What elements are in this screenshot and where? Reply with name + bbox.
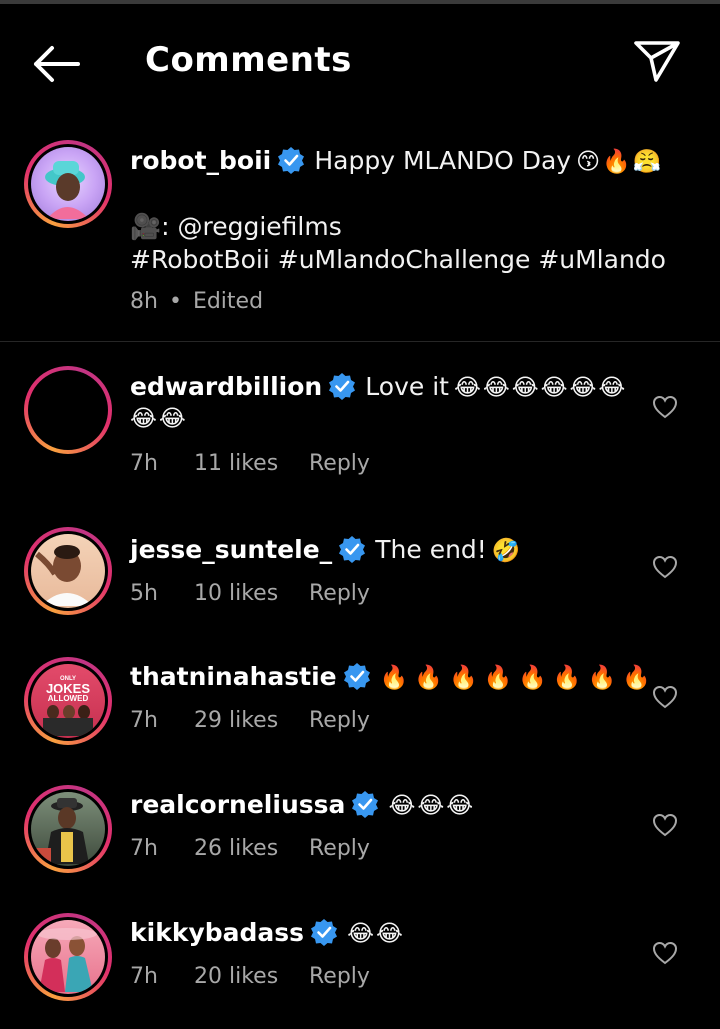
comment-username[interactable]: realcorneliussa [130, 790, 345, 819]
caption-time: 8h [130, 289, 158, 314]
reply-button[interactable]: Reply [309, 964, 370, 989]
comment-likes[interactable]: 29 likes [194, 708, 309, 733]
comment-time: 7h [130, 964, 158, 989]
caption-credit[interactable]: : @reggiefilms [161, 212, 342, 241]
avatar[interactable] [24, 913, 112, 1001]
verified-badge-icon [278, 147, 305, 174]
avatar-image-icon [43, 705, 93, 736]
comment-username[interactable]: edwardbillion [130, 372, 322, 401]
back-arrow-icon[interactable] [30, 42, 82, 86]
comment-time: 7h [130, 451, 158, 476]
comment-time: 7h [130, 708, 158, 733]
caption-hashtags[interactable]: #RobotBoii #uMlandoChallenge #uMlando [130, 245, 666, 274]
header-bar: Comments [0, 4, 720, 116]
comment-emojis: 😂😂😂 [388, 793, 476, 819]
divider [0, 341, 720, 342]
film-camera-icon: 🎥 [130, 212, 162, 241]
comment-likes[interactable]: 26 likes [194, 836, 309, 861]
verified-badge-icon [343, 663, 370, 690]
reply-button[interactable]: Reply [309, 581, 370, 606]
comment-time: 7h [130, 836, 158, 861]
comment-emojis: 🤣 [491, 538, 523, 564]
comment-emojis: 😂😂 [347, 921, 405, 947]
page-title: Comments [145, 40, 352, 80]
avatar-image-icon [35, 545, 93, 606]
comment-likes[interactable]: 11 likes [194, 451, 309, 476]
caption-emojis: 😙🔥😤 [576, 149, 664, 175]
avatar[interactable] [24, 366, 112, 454]
meta-separator: • [168, 289, 182, 314]
verified-badge-icon [339, 536, 366, 563]
avatar[interactable] [24, 527, 112, 615]
comment-username[interactable]: thatninahastie [130, 662, 337, 691]
avatar[interactable] [24, 785, 112, 873]
verified-badge-icon [329, 373, 356, 400]
caption-username[interactable]: robot_boii [130, 146, 271, 175]
heart-icon[interactable] [652, 555, 678, 579]
verified-badge-icon [311, 919, 338, 946]
comment-likes[interactable]: 10 likes [194, 581, 309, 606]
heart-icon[interactable] [652, 685, 678, 709]
verified-badge-icon [352, 791, 379, 818]
comment-username[interactable]: kikkybadass [130, 918, 304, 947]
caption-text: Happy MLANDO Day [314, 146, 572, 175]
reply-button[interactable]: Reply [309, 451, 370, 476]
reply-button[interactable]: Reply [309, 708, 370, 733]
comment-text: Love it [365, 372, 449, 401]
comment-emojis: 😂😂😂😂😂😂 [454, 375, 628, 401]
avatar[interactable]: ONLY JOKES ALLOWED [24, 657, 112, 745]
reply-button[interactable]: Reply [309, 836, 370, 861]
avatar[interactable] [24, 140, 112, 228]
comment-emojis: 🔥🔥🔥🔥🔥🔥🔥🔥 [379, 665, 657, 691]
comment-emojis-continued: 😂😂 [130, 406, 188, 432]
heart-icon[interactable] [652, 941, 678, 965]
caption-edited: Edited [192, 289, 264, 314]
avatar-image-icon [33, 798, 89, 864]
comment-username[interactable]: jesse_suntele_ [130, 535, 332, 564]
comment-text: The end! [375, 535, 487, 564]
heart-icon[interactable] [652, 395, 678, 419]
avatar-image-icon [45, 161, 89, 219]
comment-likes[interactable]: 20 likes [194, 964, 309, 989]
heart-icon[interactable] [652, 813, 678, 837]
avatar-image-icon [37, 928, 97, 992]
comment-time: 5h [130, 581, 158, 606]
paper-plane-icon[interactable] [632, 38, 682, 84]
